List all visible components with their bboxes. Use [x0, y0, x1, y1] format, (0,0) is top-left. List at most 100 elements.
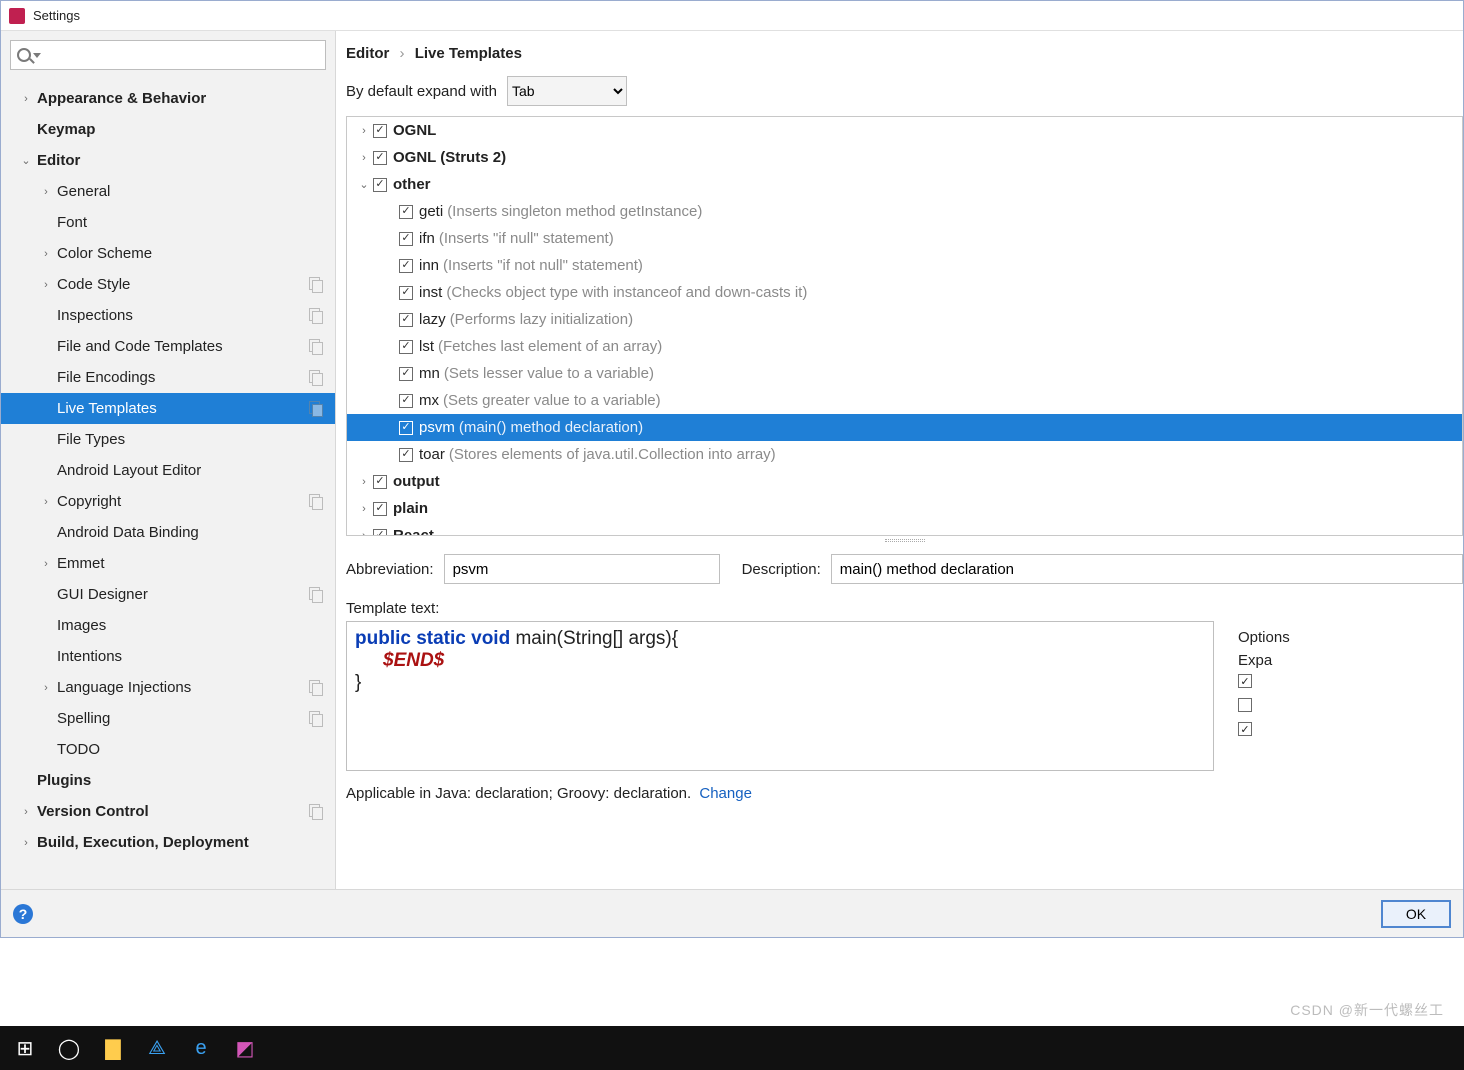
sidebar-item-images[interactable]: Images [1, 610, 335, 641]
option-checkbox[interactable] [1238, 722, 1252, 736]
template-checkbox[interactable] [399, 232, 413, 246]
template-checkbox[interactable] [399, 259, 413, 273]
option-row[interactable] [1238, 717, 1463, 741]
expand-icon[interactable]: › [41, 248, 51, 260]
expand-icon[interactable]: › [41, 496, 51, 508]
template-checkbox[interactable] [373, 151, 387, 165]
sidebar-item-editor[interactable]: ⌄Editor [1, 145, 335, 176]
breadcrumb-root[interactable]: Editor [346, 45, 389, 62]
template-checkbox[interactable] [399, 286, 413, 300]
template-row[interactable]: ›OGNL (Struts 2) [347, 144, 1462, 171]
template-checkbox[interactable] [399, 340, 413, 354]
sidebar-item-todo[interactable]: TODO [1, 734, 335, 765]
template-row[interactable]: ⌄other [347, 171, 1462, 198]
sidebar-item-file-types[interactable]: File Types [1, 424, 335, 455]
template-checkbox[interactable] [373, 124, 387, 138]
expand-icon[interactable]: › [41, 186, 51, 198]
sidebar-item-plugins[interactable]: Plugins [1, 765, 335, 796]
explorer-icon[interactable]: ▇ [96, 1031, 130, 1065]
sidebar-item-file-and-code-templates[interactable]: File and Code Templates [1, 331, 335, 362]
search-input[interactable] [10, 40, 326, 70]
template-row[interactable]: lst (Fetches last element of an array) [347, 333, 1462, 360]
template-checkbox[interactable] [399, 205, 413, 219]
sidebar-item-copyright[interactable]: ›Copyright [1, 486, 335, 517]
template-checkbox[interactable] [373, 529, 387, 537]
sidebar-item-emmet[interactable]: ›Emmet [1, 548, 335, 579]
scheme-icon [309, 277, 323, 291]
change-link[interactable]: Change [699, 785, 752, 802]
sidebar-item-font[interactable]: Font [1, 207, 335, 238]
expand-icon[interactable]: ⌄ [21, 154, 31, 167]
sidebar-item-version-control[interactable]: ›Version Control [1, 796, 335, 827]
expand-icon[interactable]: ⌄ [357, 178, 371, 191]
sidebar-item-keymap[interactable]: Keymap [1, 114, 335, 145]
sidebar-item-build-execution-deployment[interactable]: ›Build, Execution, Deployment [1, 827, 335, 858]
template-hint: (Inserts singleton method getInstance) [447, 203, 702, 220]
expand-icon[interactable]: › [21, 806, 31, 818]
cortana-icon[interactable]: ◯ [52, 1031, 86, 1065]
sidebar-item-gui-designer[interactable]: GUI Designer [1, 579, 335, 610]
expand-icon[interactable]: › [41, 558, 51, 570]
option-checkbox[interactable] [1238, 698, 1252, 712]
sidebar-item-intentions[interactable]: Intentions [1, 641, 335, 672]
template-row[interactable]: mx (Sets greater value to a variable) [347, 387, 1462, 414]
template-row[interactable]: inn (Inserts "if not null" statement) [347, 252, 1462, 279]
template-checkbox[interactable] [399, 394, 413, 408]
sidebar-item-color-scheme[interactable]: ›Color Scheme [1, 238, 335, 269]
help-icon[interactable]: ? [13, 904, 33, 924]
template-row[interactable]: ›plain [347, 495, 1462, 522]
template-checkbox[interactable] [373, 178, 387, 192]
sidebar-item-inspections[interactable]: Inspections [1, 300, 335, 331]
settings-tree[interactable]: ›Appearance & BehaviorKeymap⌄Editor›Gene… [1, 79, 335, 889]
option-checkbox[interactable] [1238, 674, 1252, 688]
expand-icon[interactable]: › [21, 93, 31, 105]
split-grip[interactable] [346, 536, 1463, 544]
template-checkbox[interactable] [399, 448, 413, 462]
template-checkbox[interactable] [399, 367, 413, 381]
sidebar-item-android-data-binding[interactable]: Android Data Binding [1, 517, 335, 548]
templates-tree[interactable]: ›OGNL›OGNL (Struts 2)⌄othergeti (Inserts… [346, 116, 1463, 536]
expand-icon[interactable]: › [357, 125, 371, 137]
template-checkbox[interactable] [373, 475, 387, 489]
window-title: Settings [33, 8, 80, 23]
template-row[interactable]: lazy (Performs lazy initialization) [347, 306, 1462, 333]
start-icon[interactable]: ⊞ [8, 1031, 42, 1065]
template-text-editor[interactable]: public static void main(String[] args){ … [346, 621, 1214, 771]
template-row[interactable]: toar (Stores elements of java.util.Colle… [347, 441, 1462, 468]
template-row[interactable]: inst (Checks object type with instanceof… [347, 279, 1462, 306]
expand-icon[interactable]: › [41, 279, 51, 291]
template-checkbox[interactable] [373, 502, 387, 516]
template-row[interactable]: psvm (main() method declaration) [347, 414, 1462, 441]
template-row[interactable]: ›React [347, 522, 1462, 536]
abbreviation-input[interactable] [444, 554, 720, 584]
sidebar-item-general[interactable]: ›General [1, 176, 335, 207]
template-checkbox[interactable] [399, 421, 413, 435]
template-row[interactable]: ifn (Inserts "if null" statement) [347, 225, 1462, 252]
sidebar-item-appearance-behavior[interactable]: ›Appearance & Behavior [1, 83, 335, 114]
sidebar-item-code-style[interactable]: ›Code Style [1, 269, 335, 300]
template-row[interactable]: mn (Sets lesser value to a variable) [347, 360, 1462, 387]
edge-icon[interactable]: e [184, 1031, 218, 1065]
template-row[interactable]: ›OGNL [347, 117, 1462, 144]
taskbar[interactable]: ⊞ ◯ ▇ ⟁ e ◩ [0, 1026, 1464, 1070]
sidebar-item-android-layout-editor[interactable]: Android Layout Editor [1, 455, 335, 486]
template-checkbox[interactable] [399, 313, 413, 327]
option-row[interactable] [1238, 669, 1463, 693]
description-input[interactable] [831, 554, 1463, 584]
expand-icon[interactable]: › [41, 682, 51, 694]
expand-icon[interactable]: › [21, 837, 31, 849]
sidebar-item-spelling[interactable]: Spelling [1, 703, 335, 734]
expand-select[interactable]: Tab [507, 76, 627, 106]
expand-icon[interactable]: › [357, 476, 371, 488]
option-row[interactable] [1238, 693, 1463, 717]
ok-button[interactable]: OK [1381, 900, 1451, 928]
sidebar-item-file-encodings[interactable]: File Encodings [1, 362, 335, 393]
sidebar-item-language-injections[interactable]: ›Language Injections [1, 672, 335, 703]
template-row[interactable]: geti (Inserts singleton method getInstan… [347, 198, 1462, 225]
template-row[interactable]: ›output [347, 468, 1462, 495]
sidebar-item-live-templates[interactable]: Live Templates [1, 393, 335, 424]
intellij-icon[interactable]: ◩ [228, 1031, 262, 1065]
vscode-icon[interactable]: ⟁ [140, 1031, 174, 1065]
expand-icon[interactable]: › [357, 152, 371, 164]
expand-icon[interactable]: › [357, 503, 371, 515]
